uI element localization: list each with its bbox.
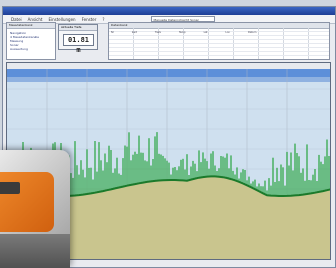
table-col-header[interactable]: Lat	[204, 31, 208, 34]
menu-item-file[interactable]: Datei	[11, 17, 22, 22]
device-lower	[0, 234, 70, 268]
database-row[interactable]: Auswertung	[10, 47, 52, 51]
device-body	[0, 172, 54, 232]
depth-popup-title: Aktuelle Tiefe	[59, 25, 97, 31]
surface-band-light	[7, 77, 330, 82]
menu-item-window[interactable]: Fenster	[82, 17, 97, 22]
scale-bar	[7, 63, 330, 69]
table-col-header[interactable]: Tiefe	[155, 31, 161, 34]
table-col-header[interactable]: Datum	[248, 31, 256, 34]
table-col-header[interactable]: Nr	[111, 31, 114, 34]
depth-readout: 01.81 m	[63, 34, 94, 54]
menu-item-settings[interactable]: Einstellungen	[48, 17, 75, 22]
table-col-header[interactable]: Zeit	[132, 31, 137, 34]
depth-popup: Aktuelle Tiefe 01.81 m	[58, 24, 98, 54]
menu-item-help[interactable]: ?	[102, 17, 104, 22]
table-col-header[interactable]: Temp	[179, 31, 186, 34]
database-panel: Messdatenbank Navigation 4 Messdatenkanä…	[6, 22, 56, 60]
table-col-header[interactable]: Lon	[226, 31, 230, 34]
surface-band	[7, 69, 330, 77]
data-table-panel: Datenbank Nr Zeit Tiefe Temp Lat Lon Dat…	[108, 22, 330, 60]
menu-item-view[interactable]: Ansicht	[28, 17, 43, 22]
title-bar	[3, 7, 335, 15]
sonar-device-image	[0, 150, 70, 268]
data-table-header: Nr Zeit Tiefe Temp Lat Lon Datum	[111, 31, 256, 34]
device-screen	[0, 182, 20, 194]
